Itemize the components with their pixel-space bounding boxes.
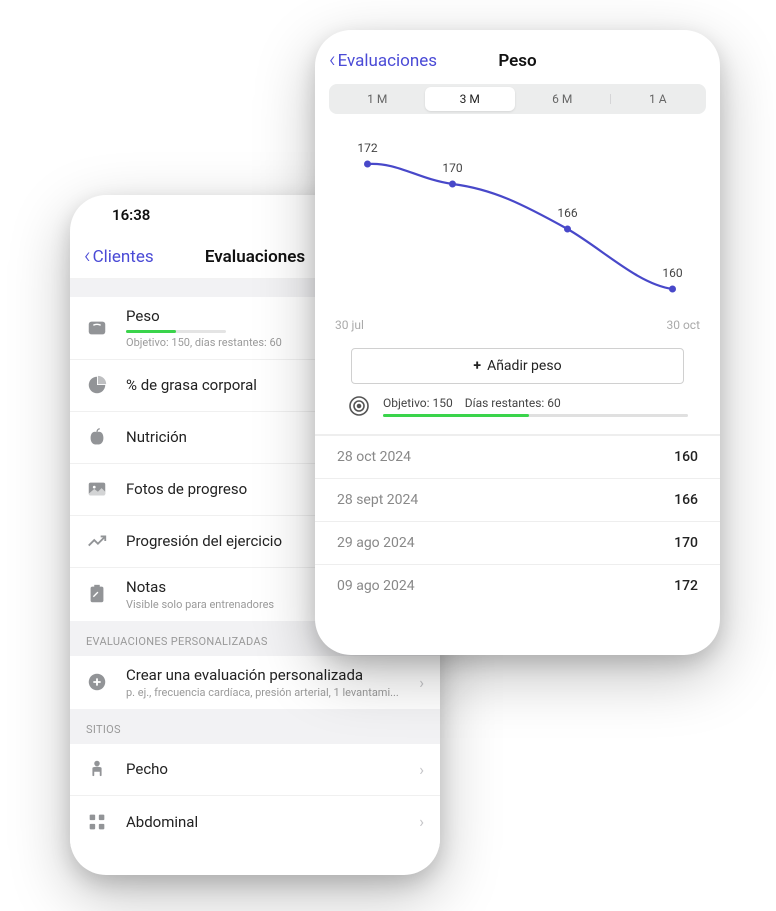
entry-row[interactable]: 29 ago 2024 170 bbox=[315, 521, 720, 564]
add-weight-label: Añadir peso bbox=[487, 358, 562, 374]
phone-weight-detail: ‹ Evaluaciones Peso 1 M 3 M 6 M 1 A 172 … bbox=[315, 30, 720, 655]
custom-list: Crear una evaluación personalizada p. ej… bbox=[70, 656, 440, 709]
scale-icon bbox=[86, 317, 108, 339]
goal-progress-bar bbox=[383, 414, 688, 417]
chevron-right-icon: › bbox=[419, 760, 424, 779]
entry-date: 28 sept 2024 bbox=[337, 492, 418, 508]
goal-label: Objetivo: 150 bbox=[383, 396, 453, 410]
entry-value: 166 bbox=[674, 492, 698, 508]
row-pecho[interactable]: Pecho › bbox=[70, 744, 440, 796]
sites-list: Pecho › Abdominal › bbox=[70, 744, 440, 848]
plus-circle-icon bbox=[86, 671, 108, 693]
x-axis-end: 30 oct bbox=[666, 318, 700, 332]
data-label-1: 170 bbox=[442, 161, 462, 175]
add-weight-button[interactable]: + Añadir peso bbox=[351, 348, 684, 384]
x-axis-start: 30 jul bbox=[335, 318, 364, 332]
row-create-custom[interactable]: Crear una evaluación personalizada p. ej… bbox=[70, 656, 440, 709]
entry-date: 28 oct 2024 bbox=[337, 449, 411, 465]
photo-icon bbox=[86, 478, 108, 500]
pie-icon bbox=[86, 374, 108, 396]
progress-bar bbox=[126, 330, 226, 333]
apple-icon bbox=[86, 426, 108, 448]
timerange-segmented: 1 M 3 M 6 M 1 A bbox=[329, 84, 706, 114]
nav-header: ‹ Evaluaciones Peso bbox=[315, 30, 720, 74]
row-subtitle: p. ej., frecuencia cardíaca, presión art… bbox=[126, 686, 419, 699]
target-icon bbox=[347, 394, 371, 418]
timerange-6m[interactable]: 6 M bbox=[517, 87, 608, 111]
row-title: Pecho bbox=[126, 760, 419, 778]
entry-value: 160 bbox=[674, 449, 698, 465]
section-sites-header: Sitios bbox=[70, 709, 440, 744]
entry-row[interactable]: 28 sept 2024 166 bbox=[315, 478, 720, 521]
line-chart-svg: 172 170 166 160 bbox=[335, 134, 700, 314]
note-icon bbox=[86, 583, 108, 605]
status-time: 16:38 bbox=[112, 206, 150, 224]
back-label: Evaluaciones bbox=[338, 51, 437, 71]
goal-row: Objetivo: 150 Días restantes: 60 bbox=[315, 394, 720, 434]
chevron-right-icon: › bbox=[419, 812, 424, 831]
timerange-1a[interactable]: 1 A bbox=[613, 87, 704, 111]
grid-icon bbox=[86, 811, 108, 833]
data-label-2: 166 bbox=[557, 206, 577, 220]
row-title: Abdominal bbox=[126, 813, 419, 831]
plus-icon: + bbox=[473, 358, 481, 374]
data-label-3: 160 bbox=[662, 266, 682, 280]
days-remaining: Días restantes: 60 bbox=[465, 396, 561, 410]
timerange-3m[interactable]: 3 M bbox=[425, 87, 516, 111]
body-icon bbox=[86, 758, 108, 780]
entry-date: 29 ago 2024 bbox=[337, 535, 415, 551]
weight-chart: 172 170 166 160 30 jul 30 oct bbox=[315, 122, 720, 336]
entry-row[interactable]: 09 ago 2024 172 bbox=[315, 564, 720, 607]
entry-row[interactable]: 28 oct 2024 160 bbox=[315, 434, 720, 478]
row-abdominal[interactable]: Abdominal › bbox=[70, 796, 440, 848]
chevron-left-icon: ‹ bbox=[84, 246, 91, 268]
trend-icon bbox=[86, 530, 108, 552]
chevron-left-icon: ‹ bbox=[329, 50, 336, 72]
weight-entries-list: 28 oct 2024 160 28 sept 2024 166 29 ago … bbox=[315, 434, 720, 607]
data-label-0: 172 bbox=[357, 141, 377, 155]
entry-value: 172 bbox=[674, 578, 698, 594]
back-label: Clientes bbox=[93, 247, 154, 267]
back-button[interactable]: ‹ Clientes bbox=[84, 246, 154, 268]
entry-value: 170 bbox=[674, 535, 698, 551]
back-button[interactable]: ‹ Evaluaciones bbox=[329, 50, 437, 72]
chevron-right-icon: › bbox=[419, 673, 424, 692]
entry-date: 09 ago 2024 bbox=[337, 578, 415, 594]
timerange-1m[interactable]: 1 M bbox=[332, 87, 423, 111]
row-title: Crear una evaluación personalizada bbox=[126, 666, 419, 684]
